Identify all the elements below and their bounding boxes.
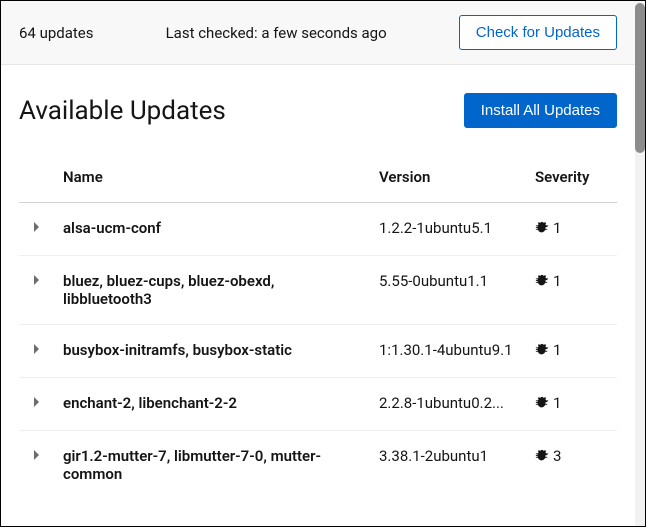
col-header-expand — [19, 156, 55, 203]
table-row: busybox-initramfs, busybox-static1:1.30.… — [19, 325, 617, 378]
package-version: 5.55-0ubuntu1.1 — [371, 256, 527, 325]
bug-icon — [535, 449, 549, 467]
bug-icon — [535, 396, 549, 414]
table-row: alsa-ucm-conf1.2.2-1ubuntu5.1 1 — [19, 203, 617, 256]
col-header-name: Name — [55, 156, 371, 203]
package-version: 3.38.1-2ubuntu1 — [371, 431, 527, 500]
severity-count: 1 — [553, 219, 561, 237]
package-severity: 1 — [527, 256, 617, 325]
chevron-right-icon — [32, 447, 42, 465]
title-row: Available Updates Install All Updates — [19, 93, 617, 128]
header-bar: 64 updates Last checked: a few seconds a… — [1, 1, 635, 65]
expand-toggle[interactable] — [19, 256, 55, 325]
table-row: enchant-2, libenchant-2-22.2.8-1ubuntu0.… — [19, 378, 617, 431]
severity-count: 1 — [553, 341, 561, 359]
table-row: bluez, bluez-cups, bluez-obexd, libbluet… — [19, 256, 617, 325]
package-name: alsa-ucm-conf — [55, 203, 371, 256]
severity-count: 1 — [553, 272, 561, 290]
severity-count: 1 — [553, 394, 561, 412]
bug-icon — [535, 274, 549, 292]
chevron-right-icon — [32, 219, 42, 237]
table-row: gir1.2-mutter-7, libmutter-7-0, mutter-c… — [19, 431, 617, 500]
chevron-right-icon — [32, 272, 42, 290]
package-version: 1.2.2-1ubuntu5.1 — [371, 203, 527, 256]
scrollbar-thumb[interactable] — [635, 3, 645, 153]
bug-icon — [535, 221, 549, 239]
updates-count: 64 updates — [19, 24, 94, 42]
expand-toggle[interactable] — [19, 203, 55, 256]
chevron-right-icon — [32, 394, 42, 412]
package-severity: 1 — [527, 325, 617, 378]
page-title: Available Updates — [19, 96, 226, 126]
chevron-right-icon — [32, 341, 42, 359]
package-name: gir1.2-mutter-7, libmutter-7-0, mutter-c… — [55, 431, 371, 500]
expand-toggle[interactable] — [19, 431, 55, 500]
updates-table: Name Version Severity alsa-ucm-conf1.2.2… — [19, 156, 617, 499]
col-header-version: Version — [371, 156, 527, 203]
last-checked: Last checked: a few seconds ago — [106, 24, 447, 42]
check-for-updates-button[interactable]: Check for Updates — [459, 15, 617, 50]
severity-count: 3 — [553, 447, 561, 465]
col-header-severity: Severity — [527, 156, 617, 203]
scrollbar-track[interactable] — [635, 1, 645, 526]
package-severity: 1 — [527, 378, 617, 431]
expand-toggle[interactable] — [19, 325, 55, 378]
expand-toggle[interactable] — [19, 378, 55, 431]
package-severity: 1 — [527, 203, 617, 256]
package-version: 1:1.30.1-4ubuntu9.1 — [371, 325, 527, 378]
install-all-button[interactable]: Install All Updates — [464, 93, 617, 128]
package-name: bluez, bluez-cups, bluez-obexd, libbluet… — [55, 256, 371, 325]
package-severity: 3 — [527, 431, 617, 500]
package-name: enchant-2, libenchant-2-2 — [55, 378, 371, 431]
package-version: 2.2.8-1ubuntu0.2... — [371, 378, 527, 431]
bug-icon — [535, 343, 549, 361]
package-name: busybox-initramfs, busybox-static — [55, 325, 371, 378]
